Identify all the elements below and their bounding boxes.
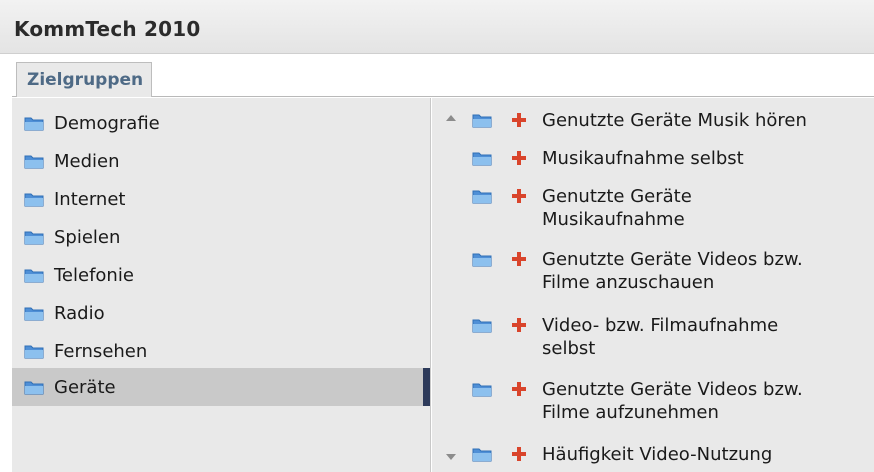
list-item-label-line2: selbst xyxy=(542,338,596,359)
sidebar-item-demografie[interactable]: Demografie xyxy=(12,104,430,142)
list-item-label: Video- bzw. Filmaufnahme xyxy=(542,315,779,336)
variable-list: Genutzte Geräte Musik hören Musikaufnahm… xyxy=(432,98,874,472)
folder-icon xyxy=(472,152,492,166)
sidebar-item-medien[interactable]: Medien xyxy=(12,142,430,180)
folder-icon xyxy=(472,448,492,462)
folder-icon xyxy=(24,307,44,321)
list-item-label: Musikaufnahme selbst xyxy=(542,148,744,169)
sidebar-item-label: Geräte xyxy=(54,377,116,398)
folder-icon xyxy=(24,381,44,395)
scroll-up-arrow[interactable] xyxy=(446,115,456,121)
title-bar: KommTech 2010 xyxy=(0,0,874,54)
folder-icon xyxy=(24,345,44,359)
sidebar-item-label: Medien xyxy=(54,151,120,172)
sidebar-item-label: Radio xyxy=(54,303,105,324)
list-item-label: Genutzte Geräte Musik hören xyxy=(542,110,807,131)
sidebar-item-label: Spielen xyxy=(54,227,121,248)
add-icon[interactable] xyxy=(512,447,526,461)
folder-icon xyxy=(24,269,44,283)
sidebar-item-label: Internet xyxy=(54,189,126,210)
folder-icon xyxy=(24,117,44,131)
add-icon[interactable] xyxy=(512,189,526,203)
sidebar-item-label: Demografie xyxy=(54,113,160,134)
folder-icon xyxy=(472,253,492,267)
left-margin xyxy=(0,96,12,472)
add-icon[interactable] xyxy=(512,382,526,396)
list-item-label-line2: Musikaufnahme xyxy=(542,209,685,230)
sidebar-item-telefonie[interactable]: Telefonie xyxy=(12,256,430,294)
list-item-label: Häufigkeit Video-Nutzung xyxy=(542,444,773,465)
list-item-label: Genutzte Geräte xyxy=(542,186,692,207)
list-item-label-line2: Filme anzuschauen xyxy=(542,272,715,293)
window-title: KommTech 2010 xyxy=(14,17,201,41)
scroll-down-arrow[interactable] xyxy=(446,454,456,460)
sidebar-item-spielen[interactable]: Spielen xyxy=(12,218,430,256)
folder-icon xyxy=(472,114,492,128)
folder-icon xyxy=(24,231,44,245)
add-icon[interactable] xyxy=(512,151,526,165)
folder-icon xyxy=(472,190,492,204)
sidebar-item-radio[interactable]: Radio xyxy=(12,294,430,332)
list-item-label: Genutzte Geräte Videos bzw. xyxy=(542,249,803,270)
sidebar-item-fernsehen[interactable]: Fernsehen xyxy=(12,332,430,370)
sidebar-item-geraete[interactable]: Geräte xyxy=(12,368,430,406)
folder-icon xyxy=(472,383,492,397)
list-item-label-line2: Filme aufzunehmen xyxy=(542,402,719,423)
selection-indicator xyxy=(423,368,430,406)
sidebar-item-label: Fernsehen xyxy=(54,341,148,362)
sidebar-item-internet[interactable]: Internet xyxy=(12,180,430,218)
list-item-label: Genutzte Geräte Videos bzw. xyxy=(542,379,803,400)
tab-zielgruppen[interactable]: Zielgruppen xyxy=(16,62,153,97)
add-icon[interactable] xyxy=(512,318,526,332)
category-sidebar: Demografie Medien Internet Spielen Telef… xyxy=(12,98,431,472)
folder-icon xyxy=(472,319,492,333)
sidebar-item-label: Telefonie xyxy=(54,265,134,286)
add-icon[interactable] xyxy=(512,113,526,127)
add-icon[interactable] xyxy=(512,252,526,266)
folder-icon xyxy=(24,155,44,169)
tab-bar: Zielgruppen xyxy=(0,54,874,97)
folder-icon xyxy=(24,193,44,207)
